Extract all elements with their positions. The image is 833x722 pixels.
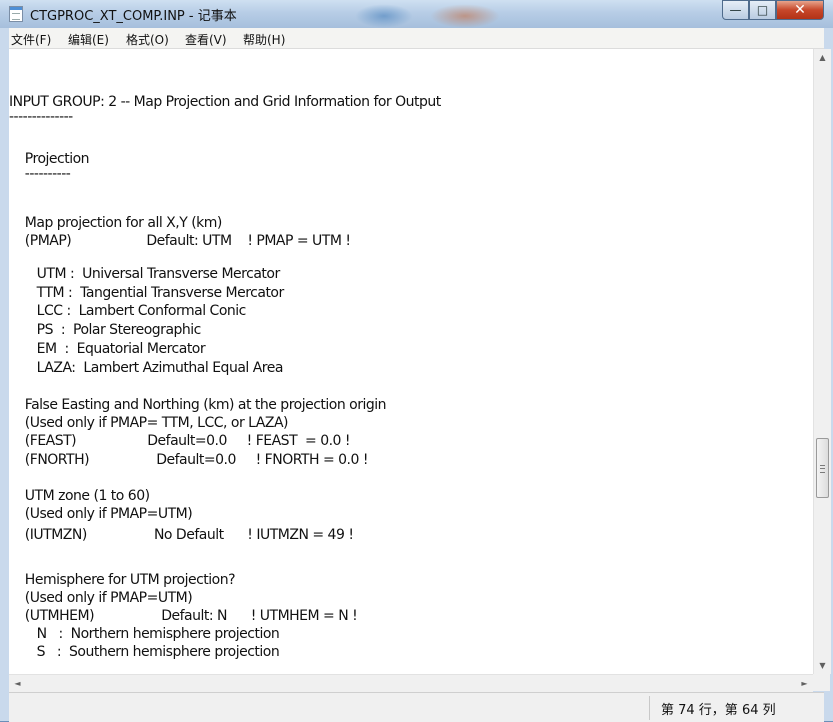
window-title: CTGPROC_XT_COMP.INP - 记事本: [30, 9, 237, 24]
aero-glow-orange: [430, 4, 500, 28]
maximize-button[interactable]: □: [749, 0, 776, 20]
horizontal-scrollbar[interactable]: ◄ ►: [9, 674, 813, 692]
text-line: LCC : Lambert Conformal Conic: [9, 303, 247, 319]
text-line: UTM zone (1 to 60): [9, 488, 150, 504]
text-line: --------------: [9, 109, 73, 125]
text-line: Hemisphere for UTM projection?: [9, 572, 236, 588]
vertical-scrollbar[interactable]: ▲ ▼: [813, 49, 831, 674]
text-line: (IUTMZN) No Default ! IUTMZN = 49 !: [9, 527, 354, 543]
minimize-button[interactable]: —: [722, 0, 749, 20]
scroll-grip-icon: [820, 465, 825, 473]
text-line: (FEAST) Default=0.0 ! FEAST = 0.0 !: [9, 433, 351, 449]
scroll-left-arrow-icon[interactable]: ◄: [9, 675, 26, 692]
menu-view[interactable]: 查看(V): [185, 31, 227, 48]
text-line: INPUT GROUP: 2 -- Map Projection and Gri…: [9, 94, 441, 110]
menu-edit[interactable]: 编辑(E): [68, 31, 109, 48]
text-line: (Used only if PMAP=UTM): [9, 590, 193, 606]
scrollbar-corner: [813, 674, 830, 691]
status-divider: [649, 696, 650, 720]
menu-bar: 文件(F) 编辑(E) 格式(O) 查看(V) 帮助(H): [9, 28, 824, 49]
text-line: (FNORTH) Default=0.0 ! FNORTH = 0.0 !: [9, 452, 369, 468]
title-bar[interactable]: CTGPROC_XT_COMP.INP - 记事本 — □ ✕: [0, 0, 833, 28]
menu-help[interactable]: 帮助(H): [243, 31, 285, 48]
text-line: False Easting and Northing (km) at the p…: [9, 397, 387, 413]
text-line: (UTMHEM) Default: N ! UTMHEM = N !: [9, 608, 358, 624]
text-line: Map projection for all X,Y (km): [9, 215, 223, 231]
text-line: S : Southern hemisphere projection: [9, 644, 280, 660]
text-line: (Used only if PMAP= TTM, LCC, or LAZA): [9, 415, 289, 431]
close-button[interactable]: ✕: [776, 0, 824, 20]
aero-glow-blue: [355, 4, 413, 28]
scroll-right-arrow-icon[interactable]: ►: [796, 675, 813, 692]
scroll-up-arrow-icon[interactable]: ▲: [814, 49, 831, 66]
text-line: (Used only if PMAP=UTM): [9, 506, 193, 522]
status-bar: 第 74 行，第 64 列: [9, 692, 824, 722]
text-line: UTM : Universal Transverse Mercator: [9, 266, 281, 282]
text-line: TTM : Tangential Transverse Mercator: [9, 285, 285, 301]
text-editor[interactable]: INPUT GROUP: 2 -- Map Projection and Gri…: [9, 49, 813, 674]
menu-format[interactable]: 格式(O): [126, 31, 169, 48]
cursor-position: 第 74 行，第 64 列: [661, 703, 776, 718]
vertical-scroll-thumb[interactable]: [816, 438, 829, 498]
notepad-icon: [9, 6, 23, 22]
notepad-window: CTGPROC_XT_COMP.INP - 记事本 — □ ✕ 文件(F) 编辑…: [0, 0, 833, 722]
text-line: EM : Equatorial Mercator: [9, 341, 206, 357]
menu-file[interactable]: 文件(F): [11, 31, 51, 48]
text-line: LAZA: Lambert Azimuthal Equal Area: [9, 360, 284, 376]
text-line: ----------: [9, 166, 71, 182]
text-line: N : Northern hemisphere projection: [9, 626, 280, 642]
text-line: (PMAP) Default: UTM ! PMAP = UTM !: [9, 233, 351, 249]
scroll-down-arrow-icon[interactable]: ▼: [814, 657, 831, 674]
text-line: PS : Polar Stereographic: [9, 322, 202, 338]
